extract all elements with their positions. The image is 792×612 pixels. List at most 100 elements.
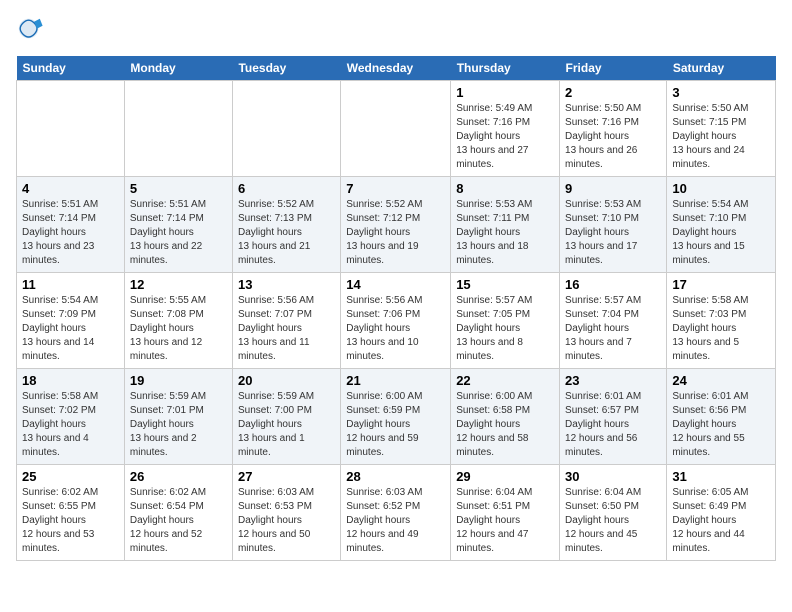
calendar-cell-2-1: 12 Sunrise: 5:55 AMSunset: 7:08 PMDaylig… [124, 273, 232, 369]
day-info: Sunrise: 5:52 AMSunset: 7:13 PMDaylight … [238, 199, 314, 266]
week-row-2: 4 Sunrise: 5:51 AMSunset: 7:14 PMDayligh… [17, 177, 776, 273]
logo [16, 16, 48, 44]
calendar-cell-3-5: 23 Sunrise: 6:01 AMSunset: 6:57 PMDaylig… [560, 369, 667, 465]
calendar-table: SundayMondayTuesdayWednesdayThursdayFrid… [16, 56, 776, 561]
calendar-cell-4-4: 29 Sunrise: 6:04 AMSunset: 6:51 PMDaylig… [451, 465, 560, 561]
day-info: Sunrise: 5:58 AMSunset: 7:03 PMDaylight … [672, 295, 748, 362]
day-info: Sunrise: 5:56 AMSunset: 7:06 PMDaylight … [346, 295, 422, 362]
day-number: 17 [672, 277, 770, 292]
calendar-cell-1-6: 10 Sunrise: 5:54 AMSunset: 7:10 PMDaylig… [667, 177, 776, 273]
day-number: 24 [672, 373, 770, 388]
day-number: 10 [672, 181, 770, 196]
day-number: 31 [672, 469, 770, 484]
calendar-cell-4-1: 26 Sunrise: 6:02 AMSunset: 6:54 PMDaylig… [124, 465, 232, 561]
day-number: 20 [238, 373, 335, 388]
calendar-cell-1-0: 4 Sunrise: 5:51 AMSunset: 7:14 PMDayligh… [17, 177, 125, 273]
calendar-cell-3-2: 20 Sunrise: 5:59 AMSunset: 7:00 PMDaylig… [232, 369, 340, 465]
day-number: 16 [565, 277, 661, 292]
calendar-cell-3-1: 19 Sunrise: 5:59 AMSunset: 7:01 PMDaylig… [124, 369, 232, 465]
day-info: Sunrise: 5:59 AMSunset: 7:00 PMDaylight … [238, 391, 314, 458]
calendar-cell-1-3: 7 Sunrise: 5:52 AMSunset: 7:12 PMDayligh… [341, 177, 451, 273]
day-info: Sunrise: 6:03 AMSunset: 6:53 PMDaylight … [238, 487, 314, 554]
day-info: Sunrise: 5:57 AMSunset: 7:04 PMDaylight … [565, 295, 641, 362]
logo-icon [16, 16, 44, 44]
day-info: Sunrise: 6:04 AMSunset: 6:50 PMDaylight … [565, 487, 641, 554]
calendar-cell-4-5: 30 Sunrise: 6:04 AMSunset: 6:50 PMDaylig… [560, 465, 667, 561]
day-info: Sunrise: 5:51 AMSunset: 7:14 PMDaylight … [22, 199, 98, 266]
day-info: Sunrise: 5:59 AMSunset: 7:01 PMDaylight … [130, 391, 206, 458]
day-info: Sunrise: 6:00 AMSunset: 6:59 PMDaylight … [346, 391, 422, 458]
day-number: 13 [238, 277, 335, 292]
calendar-cell-0-3 [341, 81, 451, 177]
calendar-cell-1-5: 9 Sunrise: 5:53 AMSunset: 7:10 PMDayligh… [560, 177, 667, 273]
day-number: 1 [456, 85, 554, 100]
day-number: 25 [22, 469, 119, 484]
day-info: Sunrise: 5:56 AMSunset: 7:07 PMDaylight … [238, 295, 314, 362]
header-saturday: Saturday [667, 56, 776, 81]
calendar-cell-2-0: 11 Sunrise: 5:54 AMSunset: 7:09 PMDaylig… [17, 273, 125, 369]
day-info: Sunrise: 5:58 AMSunset: 7:02 PMDaylight … [22, 391, 98, 458]
calendar-cell-1-1: 5 Sunrise: 5:51 AMSunset: 7:14 PMDayligh… [124, 177, 232, 273]
calendar-cell-0-4: 1 Sunrise: 5:49 AMSunset: 7:16 PMDayligh… [451, 81, 560, 177]
day-info: Sunrise: 6:02 AMSunset: 6:54 PMDaylight … [130, 487, 206, 554]
header-row: SundayMondayTuesdayWednesdayThursdayFrid… [17, 56, 776, 81]
calendar-cell-1-4: 8 Sunrise: 5:53 AMSunset: 7:11 PMDayligh… [451, 177, 560, 273]
calendar-cell-0-6: 3 Sunrise: 5:50 AMSunset: 7:15 PMDayligh… [667, 81, 776, 177]
day-number: 27 [238, 469, 335, 484]
calendar-cell-4-6: 31 Sunrise: 6:05 AMSunset: 6:49 PMDaylig… [667, 465, 776, 561]
calendar-cell-2-6: 17 Sunrise: 5:58 AMSunset: 7:03 PMDaylig… [667, 273, 776, 369]
header-thursday: Thursday [451, 56, 560, 81]
day-number: 29 [456, 469, 554, 484]
calendar-cell-0-0 [17, 81, 125, 177]
week-row-4: 18 Sunrise: 5:58 AMSunset: 7:02 PMDaylig… [17, 369, 776, 465]
day-number: 9 [565, 181, 661, 196]
calendar-cell-3-4: 22 Sunrise: 6:00 AMSunset: 6:58 PMDaylig… [451, 369, 560, 465]
calendar-cell-3-0: 18 Sunrise: 5:58 AMSunset: 7:02 PMDaylig… [17, 369, 125, 465]
day-info: Sunrise: 5:54 AMSunset: 7:10 PMDaylight … [672, 199, 748, 266]
day-number: 2 [565, 85, 661, 100]
week-row-1: 1 Sunrise: 5:49 AMSunset: 7:16 PMDayligh… [17, 81, 776, 177]
day-info: Sunrise: 6:05 AMSunset: 6:49 PMDaylight … [672, 487, 748, 554]
day-info: Sunrise: 5:52 AMSunset: 7:12 PMDaylight … [346, 199, 422, 266]
day-info: Sunrise: 6:04 AMSunset: 6:51 PMDaylight … [456, 487, 532, 554]
day-info: Sunrise: 6:02 AMSunset: 6:55 PMDaylight … [22, 487, 98, 554]
day-number: 11 [22, 277, 119, 292]
day-number: 19 [130, 373, 227, 388]
calendar-cell-3-3: 21 Sunrise: 6:00 AMSunset: 6:59 PMDaylig… [341, 369, 451, 465]
day-number: 6 [238, 181, 335, 196]
day-number: 22 [456, 373, 554, 388]
day-info: Sunrise: 5:50 AMSunset: 7:15 PMDaylight … [672, 103, 748, 170]
day-number: 4 [22, 181, 119, 196]
day-number: 12 [130, 277, 227, 292]
day-info: Sunrise: 5:53 AMSunset: 7:11 PMDaylight … [456, 199, 532, 266]
calendar-cell-3-6: 24 Sunrise: 6:01 AMSunset: 6:56 PMDaylig… [667, 369, 776, 465]
day-number: 8 [456, 181, 554, 196]
day-number: 28 [346, 469, 445, 484]
calendar-cell-2-2: 13 Sunrise: 5:56 AMSunset: 7:07 PMDaylig… [232, 273, 340, 369]
day-number: 15 [456, 277, 554, 292]
week-row-5: 25 Sunrise: 6:02 AMSunset: 6:55 PMDaylig… [17, 465, 776, 561]
day-number: 14 [346, 277, 445, 292]
day-info: Sunrise: 6:03 AMSunset: 6:52 PMDaylight … [346, 487, 422, 554]
day-number: 3 [672, 85, 770, 100]
day-number: 23 [565, 373, 661, 388]
header-wednesday: Wednesday [341, 56, 451, 81]
calendar-cell-4-2: 27 Sunrise: 6:03 AMSunset: 6:53 PMDaylig… [232, 465, 340, 561]
day-number: 18 [22, 373, 119, 388]
day-number: 26 [130, 469, 227, 484]
day-info: Sunrise: 6:01 AMSunset: 6:56 PMDaylight … [672, 391, 748, 458]
header-monday: Monday [124, 56, 232, 81]
day-info: Sunrise: 5:51 AMSunset: 7:14 PMDaylight … [130, 199, 206, 266]
calendar-cell-2-5: 16 Sunrise: 5:57 AMSunset: 7:04 PMDaylig… [560, 273, 667, 369]
calendar-cell-4-0: 25 Sunrise: 6:02 AMSunset: 6:55 PMDaylig… [17, 465, 125, 561]
header-friday: Friday [560, 56, 667, 81]
day-info: Sunrise: 6:00 AMSunset: 6:58 PMDaylight … [456, 391, 532, 458]
week-row-3: 11 Sunrise: 5:54 AMSunset: 7:09 PMDaylig… [17, 273, 776, 369]
calendar-cell-0-2 [232, 81, 340, 177]
header-tuesday: Tuesday [232, 56, 340, 81]
day-info: Sunrise: 5:53 AMSunset: 7:10 PMDaylight … [565, 199, 641, 266]
day-info: Sunrise: 5:50 AMSunset: 7:16 PMDaylight … [565, 103, 641, 170]
day-info: Sunrise: 5:49 AMSunset: 7:16 PMDaylight … [456, 103, 532, 170]
day-info: Sunrise: 5:57 AMSunset: 7:05 PMDaylight … [456, 295, 532, 362]
calendar-cell-2-3: 14 Sunrise: 5:56 AMSunset: 7:06 PMDaylig… [341, 273, 451, 369]
